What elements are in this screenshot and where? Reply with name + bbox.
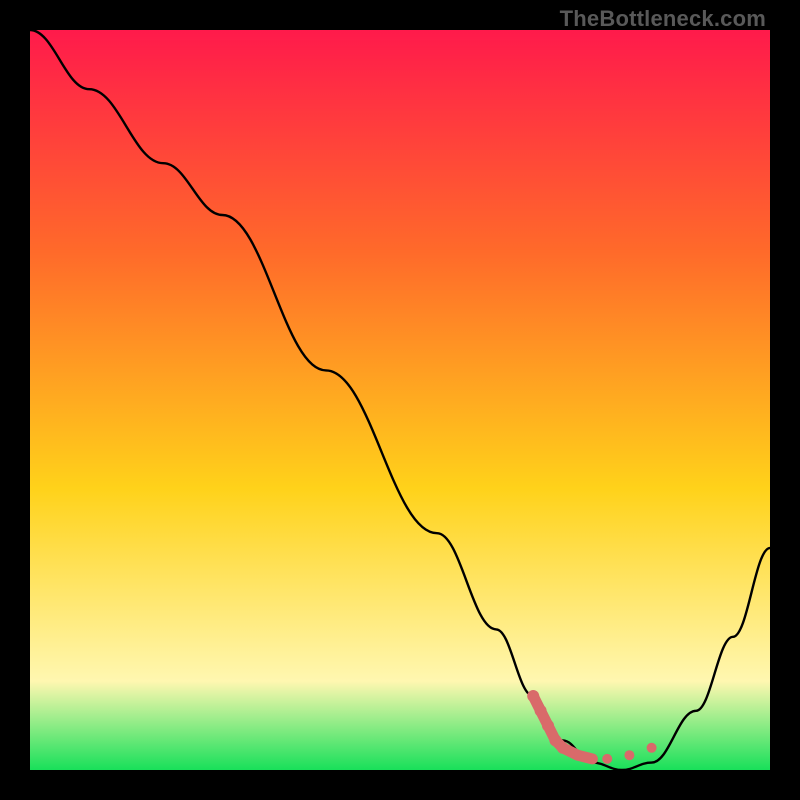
marker-dot: [557, 742, 569, 754]
marker-dot: [602, 754, 612, 764]
marker-dot: [647, 743, 657, 753]
marker-dot: [542, 720, 554, 732]
marker-dot: [527, 690, 539, 702]
watermark-text: TheBottleneck.com: [560, 6, 766, 32]
marker-dot: [587, 754, 597, 764]
chart-svg: [30, 30, 770, 770]
chart-frame: [30, 30, 770, 770]
marker-dot: [573, 750, 583, 760]
gradient-background: [30, 30, 770, 770]
marker-dot: [535, 705, 547, 717]
marker-dot: [624, 750, 634, 760]
